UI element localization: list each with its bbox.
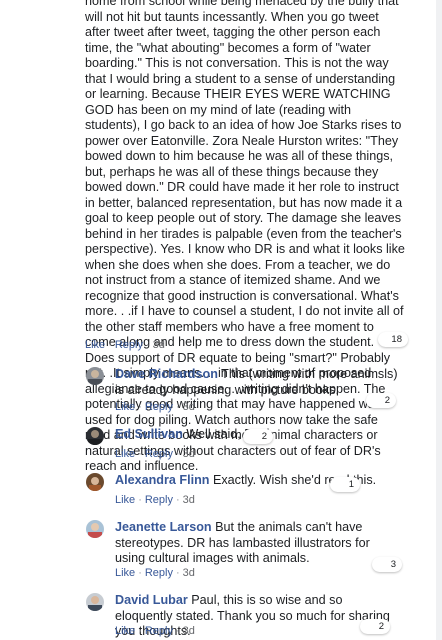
like-link[interactable]: Like	[115, 567, 135, 579]
commenter-name[interactable]: Ed Sullivan	[115, 427, 183, 441]
user-photo-icon	[86, 367, 104, 385]
reaction-count: 3	[390, 559, 396, 570]
separator-dot: ·	[175, 448, 180, 460]
reply-link[interactable]: Reply	[145, 494, 173, 506]
commenter-name[interactable]: David Lubar	[115, 593, 188, 607]
separator-dot: ·	[175, 625, 180, 637]
separator-dot: ·	[138, 448, 142, 460]
reply-link[interactable]: Reply	[145, 401, 173, 413]
separator-dot: ·	[175, 401, 180, 413]
user-photo-icon	[86, 427, 104, 445]
reaction-count-badge[interactable]: 2	[360, 619, 390, 634]
like-link[interactable]: Like	[85, 339, 105, 351]
reaction-count-badge[interactable]: 3	[372, 557, 402, 572]
reaction-count-badge[interactable]: 2	[243, 429, 273, 444]
avatar[interactable]	[86, 520, 104, 538]
user-photo-icon	[86, 520, 104, 538]
avatar[interactable]	[86, 593, 104, 611]
reaction-count-badge[interactable]: 1	[330, 477, 360, 492]
like-link[interactable]: Like	[115, 494, 135, 506]
reaction-count: 2	[261, 431, 267, 442]
reaction-count: 2	[384, 395, 390, 406]
reaction-count: 18	[391, 334, 402, 345]
user-photo-icon	[86, 473, 104, 491]
comment-text: Jeanette Larson But the animals can't ha…	[115, 520, 401, 567]
like-link[interactable]: Like	[115, 401, 135, 413]
separator-dot: ·	[175, 567, 180, 579]
comment-text: Dave Richardson This (writing with more …	[115, 367, 401, 398]
timestamp[interactable]: 3d	[183, 625, 195, 637]
reaction-count-badge[interactable]: 2	[366, 393, 396, 408]
reaction-count: 2	[378, 621, 384, 632]
timestamp[interactable]: 3d	[153, 339, 165, 351]
avatar[interactable]	[86, 367, 104, 385]
avatar[interactable]	[86, 473, 104, 491]
avatar[interactable]	[86, 427, 104, 445]
reply-link[interactable]: Reply	[115, 339, 143, 351]
reply-link[interactable]: Reply	[145, 448, 173, 460]
separator-dot: ·	[138, 567, 142, 579]
separator-dot: ·	[138, 494, 142, 506]
commenter-name[interactable]: Alexandra Flinn	[115, 473, 209, 487]
user-photo-icon	[86, 593, 104, 611]
like-link[interactable]: Like	[115, 448, 135, 460]
separator-dot: ·	[138, 401, 142, 413]
post-actions: Like · Reply · 3d	[85, 338, 165, 352]
separator-dot: ·	[145, 339, 150, 351]
commenter-name[interactable]: Dave Richardson	[115, 367, 218, 381]
comment-actions: Like · Reply · 3d	[115, 400, 195, 414]
separator-dot: ·	[138, 625, 142, 637]
reaction-count-badge[interactable]: 18	[378, 332, 408, 347]
like-link[interactable]: Like	[115, 625, 135, 637]
timestamp[interactable]: 3d	[183, 494, 195, 506]
scrollbar-track[interactable]	[436, 0, 442, 640]
timestamp[interactable]: 3d	[183, 401, 195, 413]
comment-actions: Like · Reply · 3d	[115, 566, 195, 580]
separator-dot: ·	[108, 339, 112, 351]
comment-actions: Like · Reply · 3d	[115, 447, 195, 461]
commenter-name[interactable]: Jeanette Larson	[115, 520, 212, 534]
comment-actions: Like · Reply · 3d	[115, 624, 195, 638]
separator-dot: ·	[175, 494, 180, 506]
timestamp[interactable]: 3d	[183, 567, 195, 579]
reply-link[interactable]: Reply	[145, 625, 173, 637]
reply-link[interactable]: Reply	[145, 567, 173, 579]
timestamp[interactable]: 3d	[183, 448, 195, 460]
comment-actions: Like · Reply · 3d	[115, 493, 195, 507]
reaction-count: 1	[348, 479, 354, 490]
